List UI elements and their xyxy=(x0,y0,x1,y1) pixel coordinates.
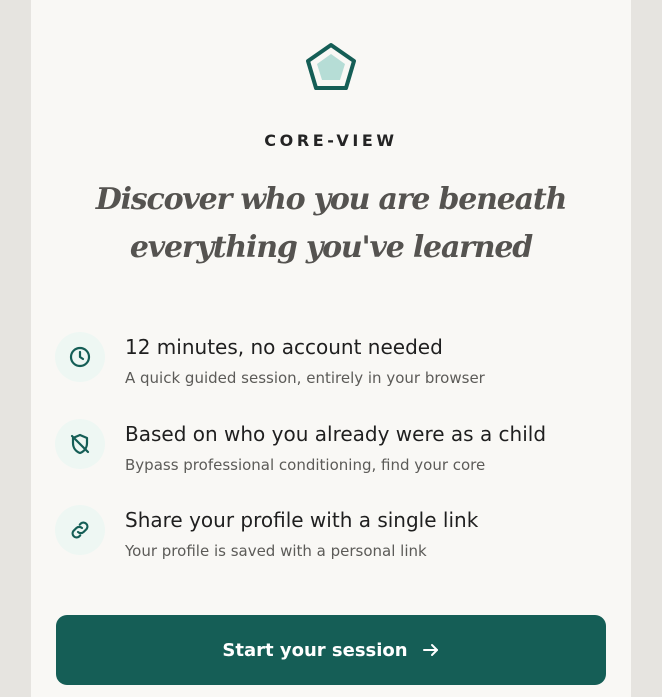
page-title: Discover who you are beneath everything … xyxy=(31,176,631,272)
start-session-label: Start your session xyxy=(222,639,408,661)
feature-subtitle: Your profile is saved with a personal li… xyxy=(125,542,427,560)
feature-item-duration: 12 minutes, no account needed A quick gu… xyxy=(55,332,615,392)
clock-icon xyxy=(55,332,105,382)
link-icon xyxy=(55,505,105,555)
brand-name: CORE-VIEW xyxy=(264,131,398,150)
feature-item-childhood: Based on who you already were as a child… xyxy=(55,419,615,479)
headline-line-1: Discover who you are beneath xyxy=(95,182,568,217)
welcome-card: CORE-VIEW Discover who you are beneath e… xyxy=(31,0,631,697)
feature-title: Share your profile with a single link xyxy=(125,508,479,532)
headline-line-2: everything you've learned xyxy=(129,230,533,265)
feature-title: Based on who you already were as a child xyxy=(125,422,547,446)
feature-subtitle: Bypass professional conditioning, find y… xyxy=(125,456,486,474)
feature-subtitle: A quick guided session, entirely in your… xyxy=(125,369,485,387)
start-session-button[interactable]: Start your session xyxy=(56,615,606,685)
feature-item-share: Share your profile with a single link Yo… xyxy=(55,505,615,565)
arrow-right-icon xyxy=(422,641,440,659)
pentagon-icon xyxy=(302,40,360,96)
feature-title: 12 minutes, no account needed xyxy=(125,335,443,359)
shield-off-icon xyxy=(55,419,105,469)
